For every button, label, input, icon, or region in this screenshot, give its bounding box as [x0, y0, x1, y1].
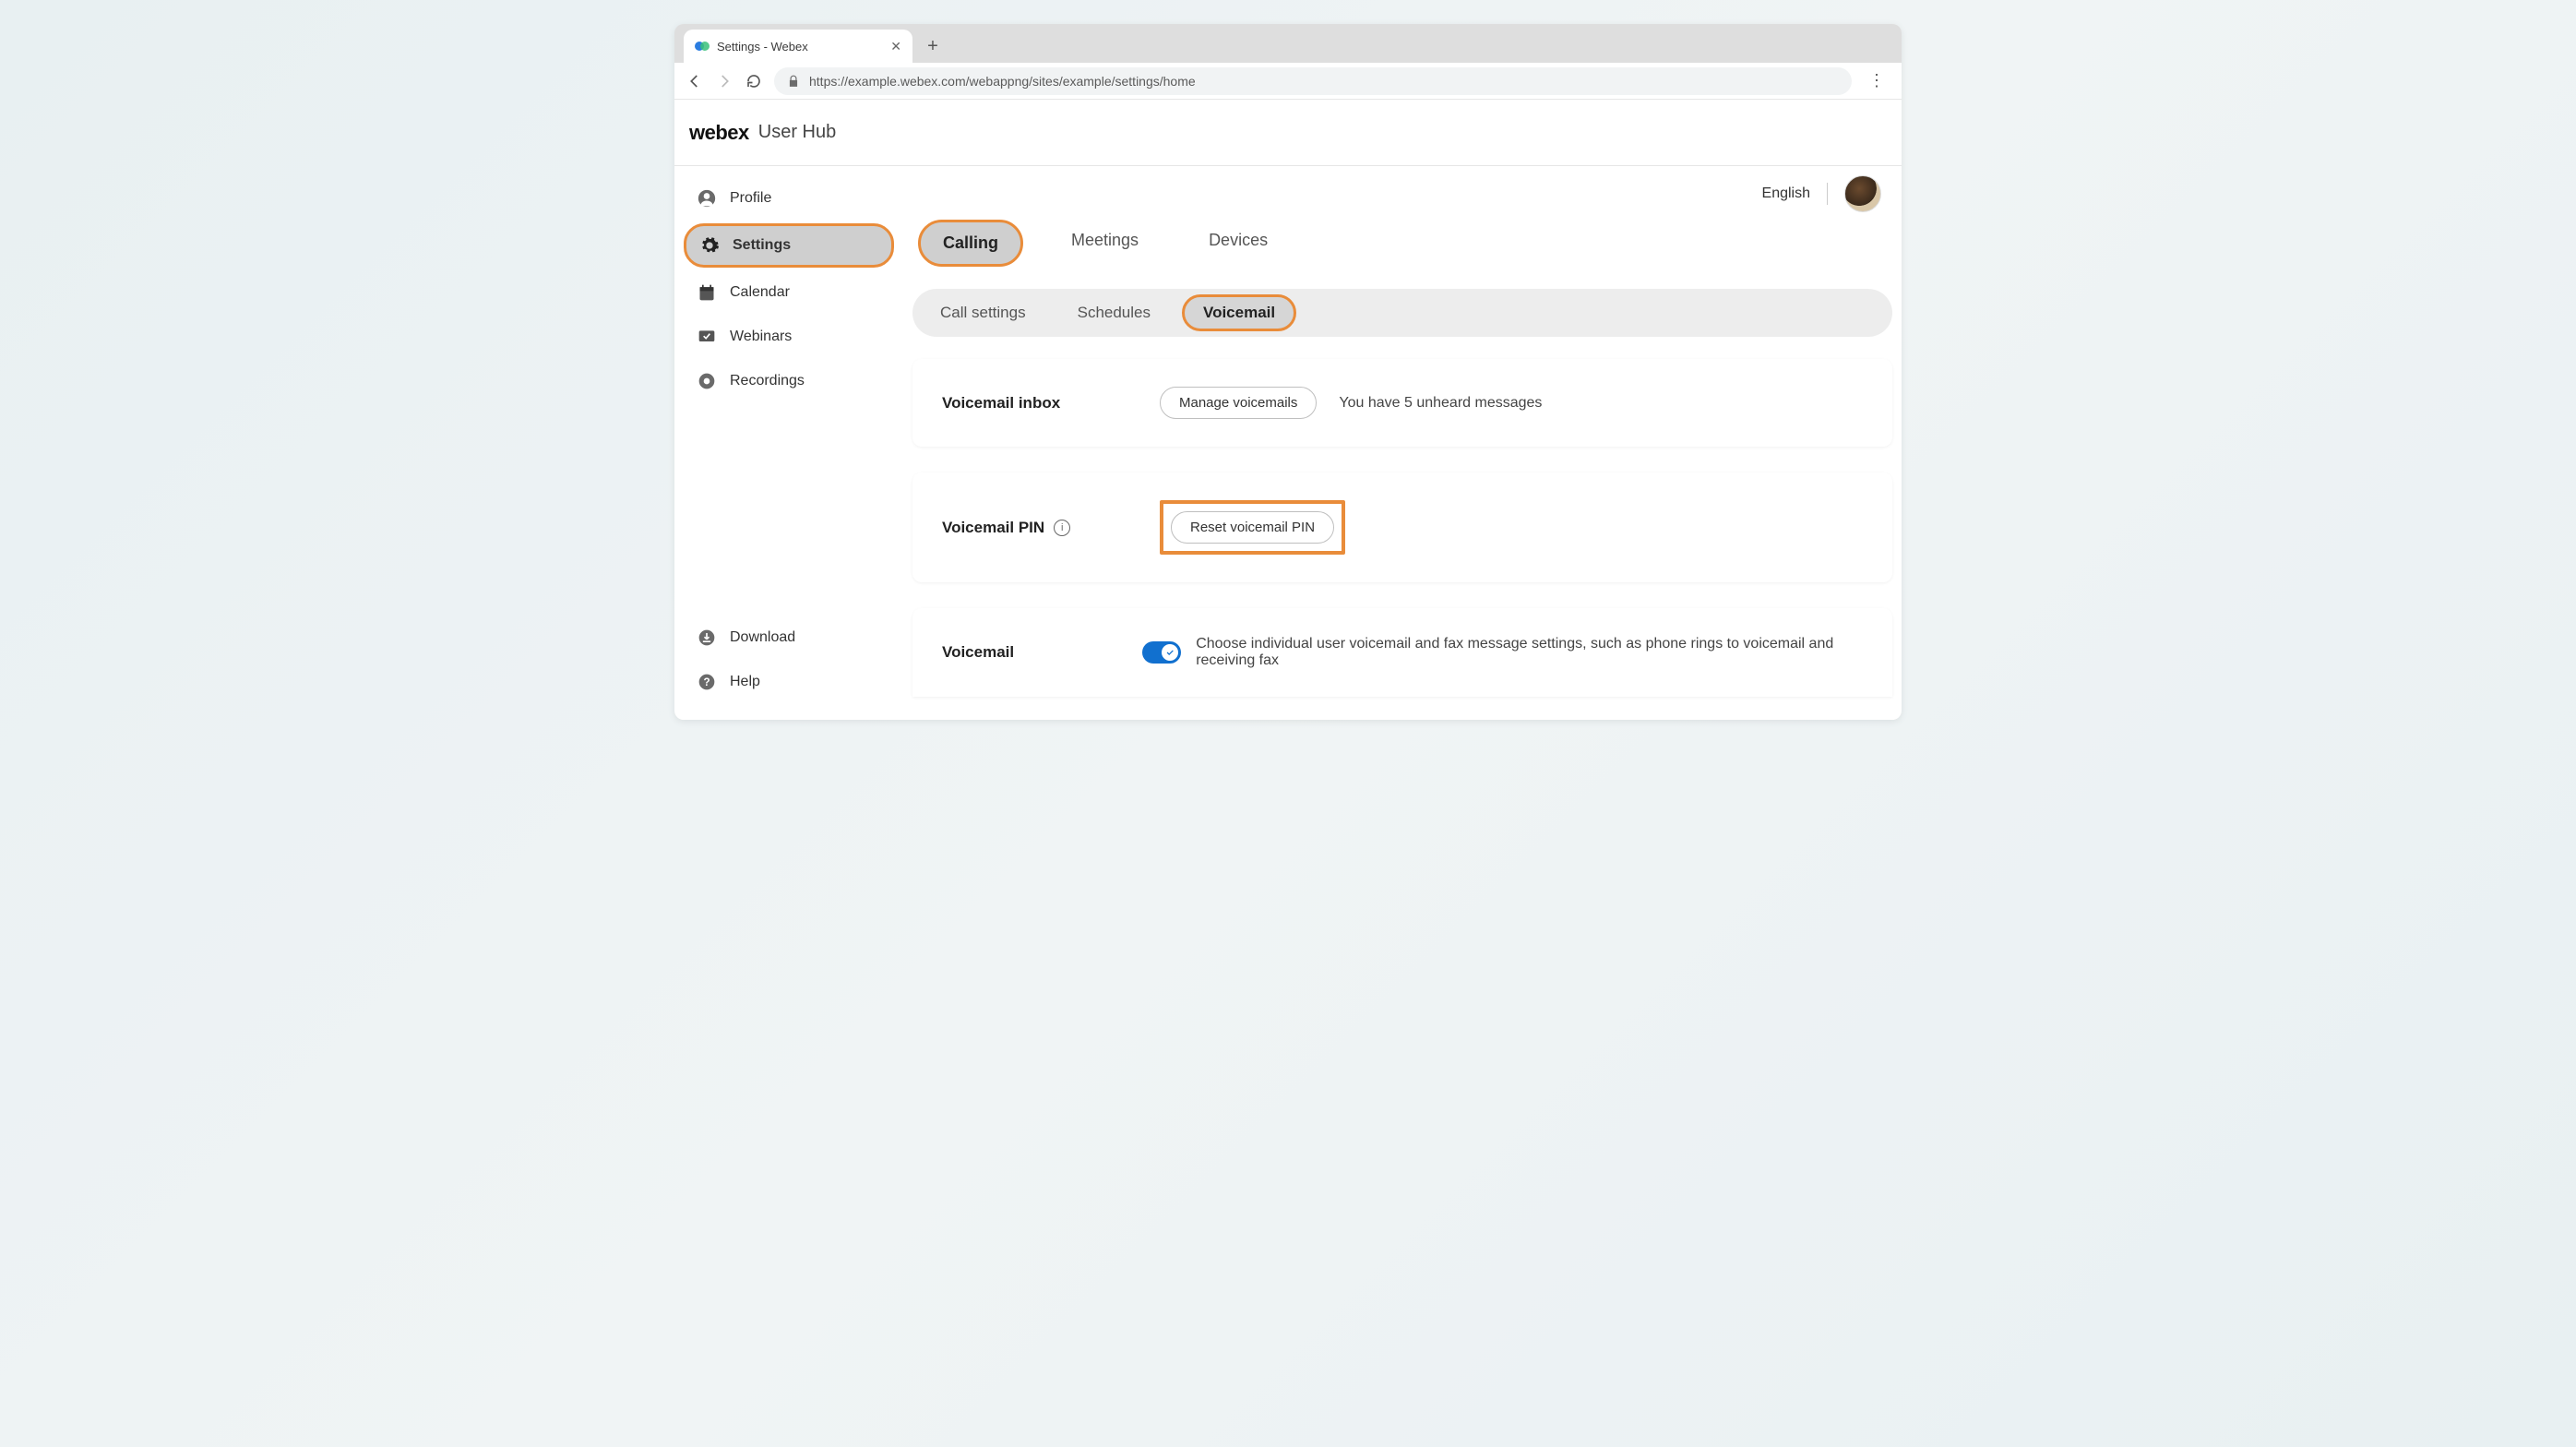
tab-devices[interactable]: Devices: [1187, 220, 1290, 267]
webex-favicon: [695, 39, 710, 54]
help-icon: ?: [697, 672, 717, 692]
svg-text:?: ?: [703, 676, 710, 688]
user-avatar[interactable]: [1844, 175, 1881, 212]
sidebar-item-label: Profile: [730, 190, 771, 207]
close-tab-icon[interactable]: ✕: [890, 39, 901, 54]
app-body: Profile Settings Calendar Webinars: [674, 166, 1902, 720]
voicemail-inbox-title: Voicemail inbox: [942, 394, 1160, 413]
language-selector[interactable]: English: [1762, 185, 1810, 202]
voicemail-toggle-card: Voicemail Choose individual user voicema…: [912, 608, 1892, 697]
voicemail-toggle-title: Voicemail: [942, 643, 1142, 662]
subtab-voicemail[interactable]: Voicemail: [1182, 294, 1296, 331]
sidebar-item-download[interactable]: Download: [684, 618, 894, 657]
hub-label: User Hub: [758, 122, 836, 143]
browser-tab-title: Settings - Webex: [717, 40, 883, 54]
voicemail-toggle[interactable]: [1142, 641, 1181, 664]
voicemail-toggle-desc: Choose individual user voicemail and fax…: [1196, 636, 1863, 669]
webinar-icon: [697, 327, 717, 347]
primary-tabs: Calling Meetings Devices: [903, 179, 1902, 283]
sidebar-item-settings[interactable]: Settings: [684, 223, 894, 268]
voicemail-pin-card: Voicemail PIN i Reset voicemail PIN: [912, 472, 1892, 582]
content-area: English Calling Meetings Devices Call se…: [903, 166, 1902, 720]
sidebar-item-recordings[interactable]: Recordings: [684, 362, 894, 401]
sidebar-item-label: Recordings: [730, 373, 805, 389]
calendar-icon: [697, 282, 717, 303]
voicemail-inbox-card: Voicemail inbox Manage voicemails You ha…: [912, 359, 1892, 447]
voicemail-inbox-status: You have 5 unheard messages: [1339, 395, 1542, 412]
browser-window: Settings - Webex ✕ + https://example.web…: [674, 24, 1902, 720]
browser-toolbar: https://example.webex.com/webappng/sites…: [674, 63, 1902, 100]
tab-calling[interactable]: Calling: [918, 220, 1023, 267]
subtab-schedules[interactable]: Schedules: [1057, 294, 1171, 331]
voicemail-pin-title-text: Voicemail PIN: [942, 519, 1044, 537]
sidebar-item-label: Download: [730, 629, 795, 646]
manage-voicemails-button[interactable]: Manage voicemails: [1160, 387, 1317, 419]
tab-meetings[interactable]: Meetings: [1049, 220, 1161, 267]
sidebar-item-label: Settings: [733, 237, 791, 254]
sidebar-item-label: Calendar: [730, 284, 790, 301]
back-button[interactable]: [686, 72, 704, 90]
header-right: English: [1762, 175, 1881, 212]
reset-pin-highlight: Reset voicemail PIN: [1160, 500, 1345, 555]
person-icon: [697, 188, 717, 209]
sidebar-item-help[interactable]: ? Help: [684, 663, 894, 701]
browser-menu-icon[interactable]: ⋮: [1863, 71, 1890, 90]
voicemail-pin-title: Voicemail PIN i: [942, 519, 1160, 537]
address-bar[interactable]: https://example.webex.com/webappng/sites…: [774, 67, 1852, 95]
info-icon[interactable]: i: [1054, 520, 1070, 536]
browser-tab[interactable]: Settings - Webex ✕: [684, 30, 912, 63]
lock-icon: [787, 75, 800, 88]
forward-button[interactable]: [715, 72, 733, 90]
sidebar-item-calendar[interactable]: Calendar: [684, 273, 894, 312]
sidebar: Profile Settings Calendar Webinars: [674, 166, 903, 720]
tab-strip: Settings - Webex ✕ +: [674, 24, 1902, 63]
divider: [1827, 183, 1828, 205]
url-text: https://example.webex.com/webappng/sites…: [809, 74, 1196, 89]
app-header: webex User Hub: [674, 100, 1902, 166]
toggle-knob: [1162, 644, 1178, 661]
download-icon: [697, 628, 717, 648]
brand-logo: webex: [689, 121, 749, 145]
sidebar-item-label: Webinars: [730, 329, 792, 345]
reset-voicemail-pin-button[interactable]: Reset voicemail PIN: [1171, 511, 1334, 544]
sidebar-item-profile[interactable]: Profile: [684, 179, 894, 218]
record-icon: [697, 371, 717, 391]
gear-icon: [699, 235, 720, 256]
secondary-tabs: Call settings Schedules Voicemail: [912, 289, 1892, 337]
new-tab-button[interactable]: +: [920, 33, 946, 59]
subtab-call-settings[interactable]: Call settings: [920, 294, 1046, 331]
sidebar-item-webinars[interactable]: Webinars: [684, 317, 894, 356]
sidebar-item-label: Help: [730, 674, 760, 690]
reload-button[interactable]: [745, 72, 763, 90]
